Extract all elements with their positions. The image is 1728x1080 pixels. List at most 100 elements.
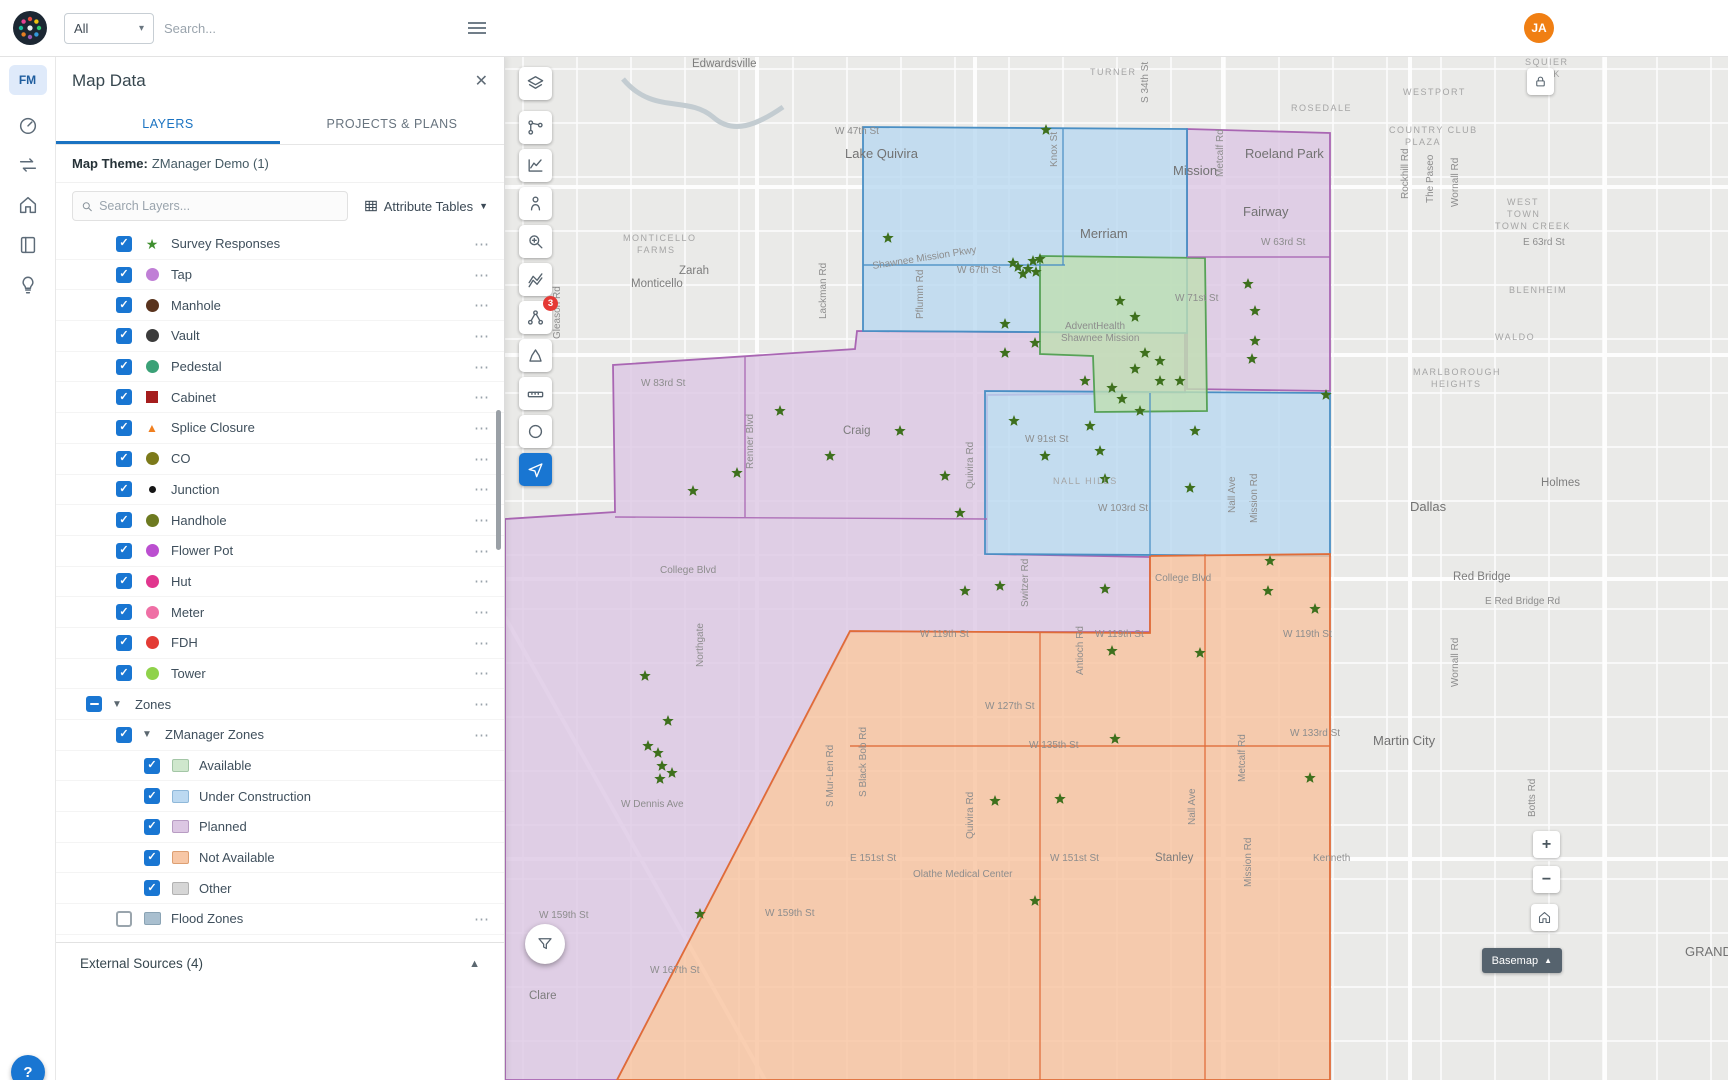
map-canvas[interactable]: EdwardsvilleTURNERW 47th StLake QuiviraR… — [505, 57, 1728, 1080]
flood-menu-button[interactable]: ⋯ — [474, 910, 490, 928]
layer-checkbox[interactable]: ✓ — [144, 880, 160, 896]
external-sources-section[interactable]: External Sources (4) ▲ — [56, 942, 504, 984]
chevron-down-icon[interactable]: ▼ — [108, 699, 126, 710]
layer-checkbox[interactable]: ✓ — [116, 389, 132, 405]
layer-checkbox[interactable]: ✓ — [116, 267, 132, 283]
layer-checkbox[interactable]: ✓ — [116, 543, 132, 559]
layer-checkbox[interactable]: ✓ — [144, 788, 160, 804]
star-symbol-icon: ★ — [142, 237, 162, 251]
zone-swatch-icon — [170, 882, 190, 895]
layer-label: Vault — [171, 328, 474, 343]
chart-tool[interactable] — [519, 149, 552, 182]
layer-menu-button[interactable]: ⋯ — [474, 480, 490, 498]
filter-fab-button[interactable] — [525, 924, 565, 964]
circle-symbol-icon — [142, 606, 162, 619]
layer-menu-button[interactable]: ⋯ — [474, 327, 490, 345]
svg-text:Clare: Clare — [529, 990, 556, 1002]
close-icon[interactable]: ✕ — [475, 71, 488, 91]
svg-text:ROSEDALE: ROSEDALE — [1291, 103, 1352, 113]
layer-checkbox[interactable]: ✓ — [116, 451, 132, 467]
circle-symbol-icon — [142, 299, 162, 312]
layer-menu-button[interactable]: ⋯ — [474, 296, 490, 314]
layer-label: Pedestal — [171, 359, 474, 374]
layer-row: ✓★Survey Responses⋯ — [56, 229, 504, 260]
layer-menu-button[interactable]: ⋯ — [474, 664, 490, 682]
lock-button[interactable] — [1527, 68, 1554, 95]
svg-text:W 67th St: W 67th St — [957, 265, 1001, 276]
tab-projects-plans[interactable]: PROJECTS & PLANS — [280, 105, 504, 144]
compare-icon[interactable] — [9, 146, 47, 184]
global-search-input[interactable] — [164, 13, 464, 44]
chevron-down-icon[interactable]: ▼ — [138, 729, 156, 740]
tab-layers[interactable]: LAYERS — [56, 105, 280, 144]
layer-checkbox[interactable]: ✓ — [116, 727, 132, 743]
measure-tool[interactable] — [519, 377, 552, 410]
layer-checkbox[interactable]: ✓ — [116, 359, 132, 375]
layer-checkbox[interactable]: ✓ — [144, 758, 160, 774]
street-view-tool[interactable] — [519, 187, 552, 220]
network-hierarchy-tool[interactable]: 3 — [519, 301, 552, 334]
dashboard-icon[interactable] — [9, 106, 47, 144]
global-filter-dropdown[interactable]: All ▾ — [64, 13, 154, 44]
layer-menu-button[interactable]: ⋯ — [474, 511, 490, 529]
svg-text:The Paseo: The Paseo — [1425, 154, 1436, 203]
layer-menu-button[interactable]: ⋯ — [474, 542, 490, 560]
zone-under-construction-south[interactable] — [985, 391, 1330, 556]
layer-checkbox[interactable]: ✓ — [144, 819, 160, 835]
network-trace-tool[interactable] — [519, 111, 552, 144]
map-home-button[interactable] — [1531, 904, 1558, 931]
zoom-out-button[interactable]: − — [1533, 866, 1560, 893]
layer-checkbox[interactable] — [116, 911, 132, 927]
layer-checkbox[interactable]: ✓ — [116, 297, 132, 313]
layer-menu-button[interactable]: ⋯ — [474, 419, 490, 437]
layer-checkbox[interactable]: ✓ — [116, 481, 132, 497]
avatar[interactable]: JA — [1524, 13, 1554, 43]
dot-symbol-icon — [142, 486, 162, 493]
layer-checkbox[interactable]: ✓ — [116, 635, 132, 651]
layers-tool[interactable] — [519, 67, 552, 100]
basemap-button[interactable]: Basemap ▲ — [1482, 948, 1562, 973]
panel-scrollbar[interactable] — [496, 410, 501, 550]
layer-row: ✓Meter⋯ — [56, 597, 504, 628]
layer-checkbox[interactable]: ✓ — [144, 850, 160, 866]
layer-menu-button[interactable]: ⋯ — [474, 388, 490, 406]
layer-checkbox[interactable]: ✓ — [116, 420, 132, 436]
zoom-search-tool[interactable] — [519, 225, 552, 258]
layer-checkbox[interactable]: ✓ — [116, 665, 132, 681]
draw-tool[interactable] — [519, 339, 552, 372]
lasso-tool[interactable] — [519, 415, 552, 448]
zoom-in-button[interactable]: + — [1533, 831, 1560, 858]
layer-checkbox[interactable]: ✓ — [116, 236, 132, 252]
help-button[interactable]: ? — [11, 1055, 45, 1080]
layer-checkbox[interactable] — [86, 696, 102, 712]
app-logo[interactable] — [12, 10, 48, 46]
layer-menu-button[interactable]: ⋯ — [474, 603, 490, 621]
layer-checkbox[interactable]: ✓ — [116, 512, 132, 528]
layer-search-input[interactable] — [99, 199, 339, 213]
rail-tab-fm[interactable]: FM — [9, 65, 47, 95]
zone-swatch-icon — [142, 912, 162, 925]
layer-menu-button[interactable]: ⋯ — [474, 634, 490, 652]
panel-tabs: LAYERS PROJECTS & PLANS — [56, 105, 504, 145]
navigate-tool[interactable] — [519, 453, 552, 486]
zone-swatch-icon — [170, 790, 190, 803]
layer-row: ✓CO⋯ — [56, 444, 504, 475]
layer-checkbox[interactable]: ✓ — [116, 328, 132, 344]
layer-menu-button[interactable]: ⋯ — [474, 235, 490, 253]
chevron-up-icon[interactable]: ▲ — [469, 958, 480, 970]
layer-menu-button[interactable]: ⋯ — [474, 358, 490, 376]
layer-menu-button[interactable]: ⋯ — [474, 572, 490, 590]
layer-checkbox[interactable]: ✓ — [116, 604, 132, 620]
ideas-icon[interactable] — [9, 266, 47, 304]
journal-icon[interactable] — [9, 226, 47, 264]
polyline-tool[interactable] — [519, 263, 552, 296]
zmanager-menu-button[interactable]: ⋯ — [474, 726, 490, 744]
home-icon[interactable] — [9, 186, 47, 224]
zone-subtype-label: Planned — [199, 819, 490, 834]
menu-icon[interactable] — [464, 17, 490, 39]
layer-menu-button[interactable]: ⋯ — [474, 450, 490, 468]
layer-checkbox[interactable]: ✓ — [116, 573, 132, 589]
zones-menu-button[interactable]: ⋯ — [474, 695, 490, 713]
attribute-tables-button[interactable]: Attribute Tables ▼ — [358, 195, 494, 218]
layer-menu-button[interactable]: ⋯ — [474, 266, 490, 284]
